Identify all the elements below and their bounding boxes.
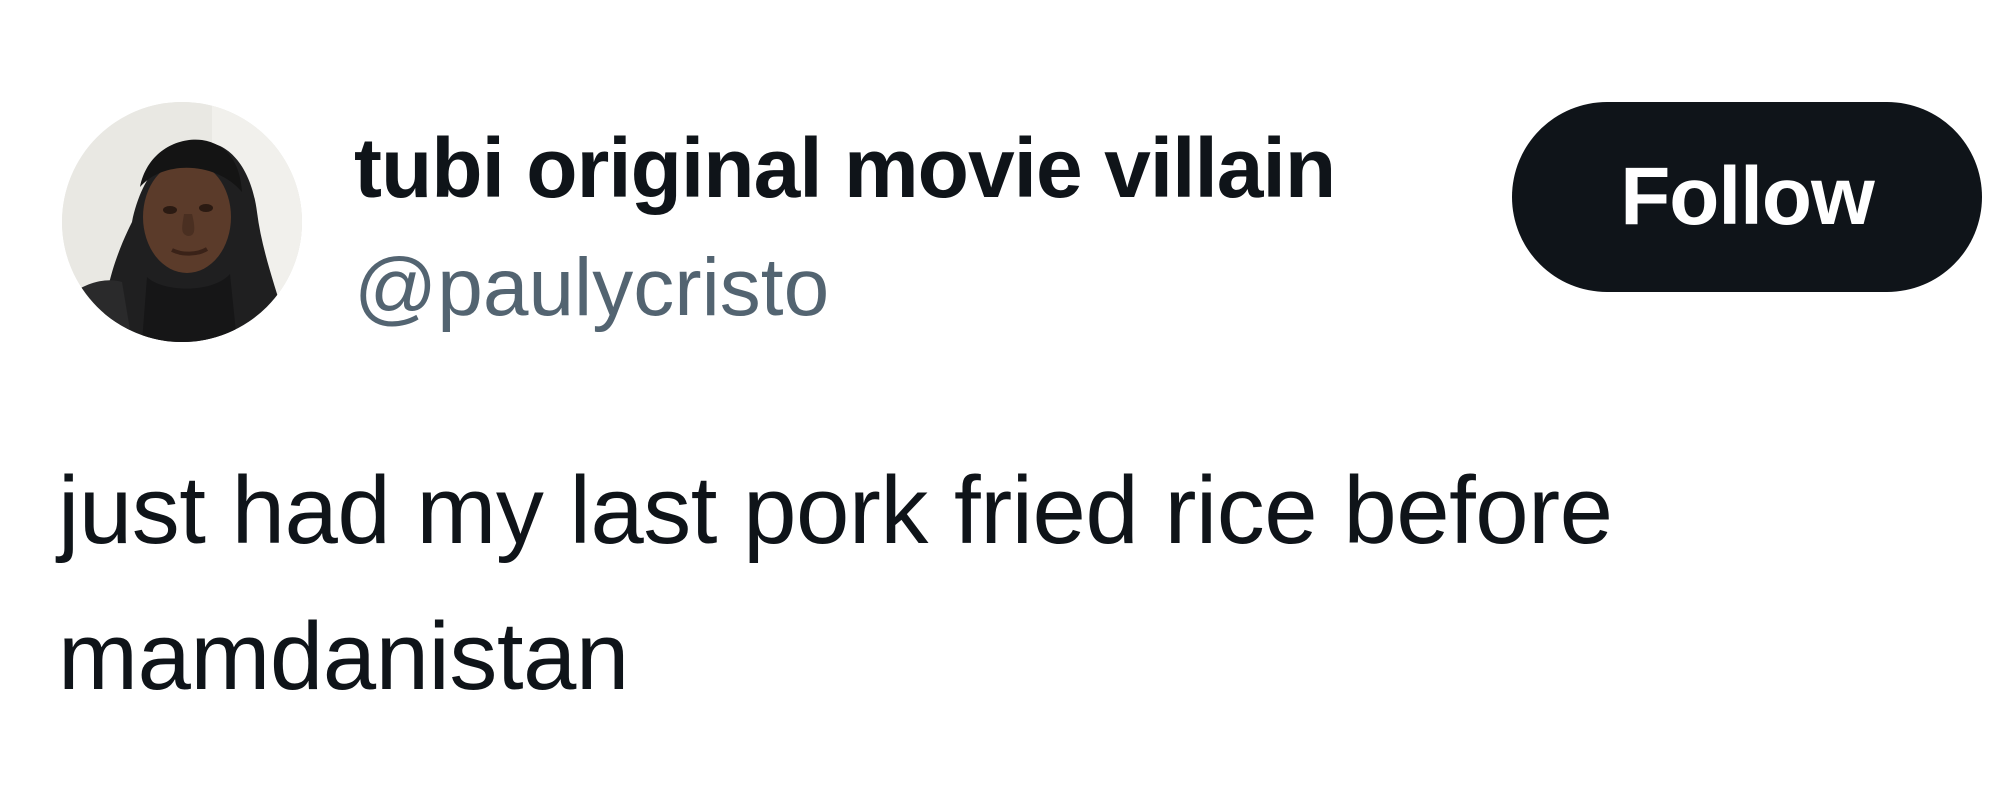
follow-button[interactable]: Follow: [1512, 102, 1982, 292]
profile-photo-icon: [62, 102, 302, 342]
tweet-text-line: just had my last pork fried rice before: [58, 457, 1613, 564]
tweet-text: just had my last pork fried rice before …: [58, 438, 1958, 730]
tweet-card: tubi original movie villain @paulycristo…: [0, 0, 2012, 798]
display-name[interactable]: tubi original movie villain: [354, 120, 1336, 216]
user-handle[interactable]: @paulycristo: [354, 240, 829, 336]
avatar[interactable]: [62, 102, 302, 342]
tweet-text-line: mamdanistan: [58, 603, 629, 710]
